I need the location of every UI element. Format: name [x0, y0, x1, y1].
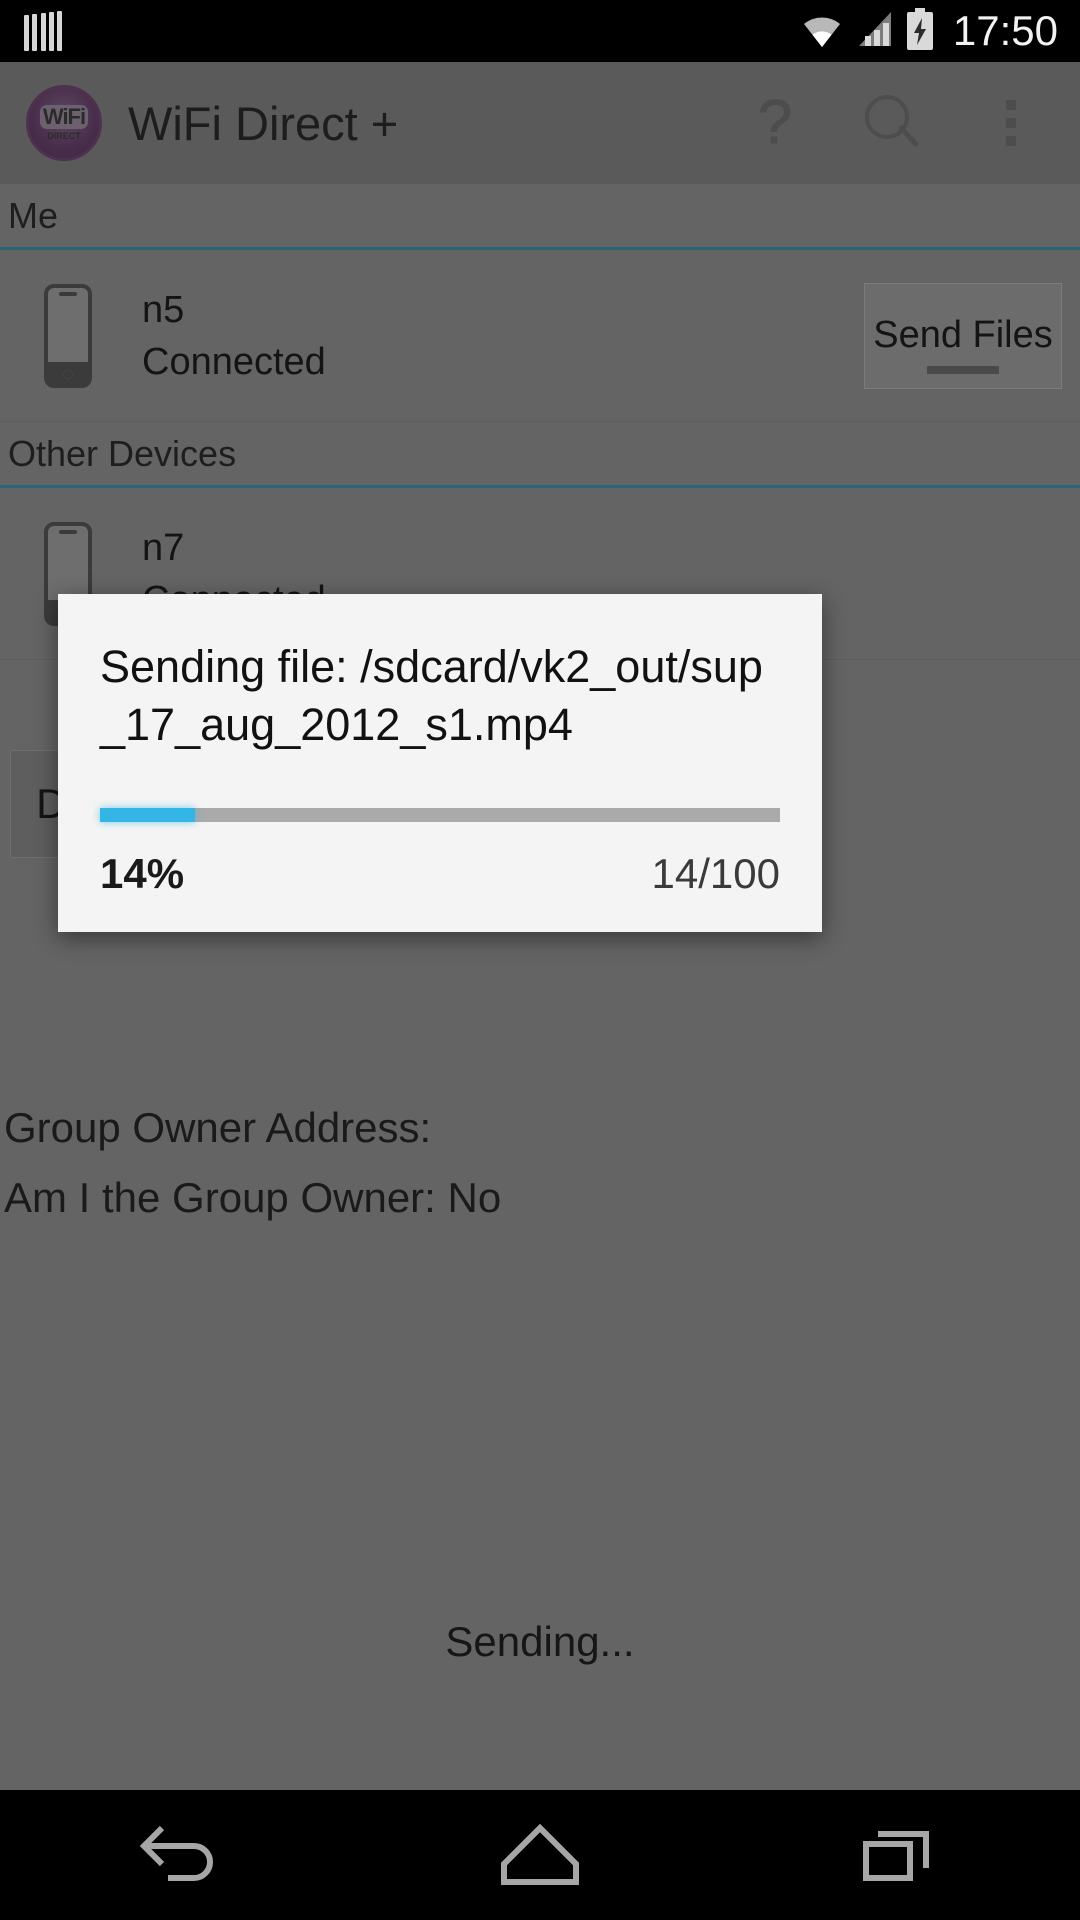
app-icon-direct-text: DIRECT	[47, 131, 81, 141]
navigation-bar	[0, 1790, 1080, 1920]
progress-labels: 14% 14/100	[100, 850, 780, 898]
device-row-n5[interactable]: n5 Connected Send Files	[0, 250, 1080, 422]
search-button[interactable]	[834, 62, 952, 184]
status-bar-clock: 17:50	[952, 7, 1058, 54]
back-button[interactable]	[80, 1790, 280, 1920]
device-name: n7	[142, 526, 185, 569]
progress-count-label: 14/100	[651, 850, 780, 897]
wifi-signal-icon	[799, 10, 845, 53]
help-button[interactable]: ?	[716, 62, 834, 184]
group-owner-flag-text: Am I the Group Owner: No	[4, 1174, 502, 1221]
status-bar-system-icons: 17:50	[799, 7, 1058, 55]
dialog-message: Sending file: /sdcard/vk2_out/sup_17_aug…	[100, 641, 763, 750]
device-info: n5 Connected	[142, 291, 864, 381]
battery-charging-icon	[905, 7, 935, 55]
help-icon: ?	[757, 88, 793, 157]
device-name: n5	[142, 288, 185, 331]
wifi-direct-app-icon: WiFi DIRECT	[26, 85, 102, 161]
send-files-button[interactable]: Send Files	[864, 282, 1062, 389]
group-owner-address-text: Group Owner Address:	[4, 1104, 432, 1151]
send-files-label: Send Files	[873, 314, 1053, 356]
progress-bar-track	[100, 808, 780, 822]
device-status: Connected	[142, 340, 326, 383]
cellular-signal-icon	[855, 10, 895, 53]
section-header-me: Me	[0, 184, 1080, 250]
phone-icon	[44, 283, 92, 388]
app-window: WiFi DIRECT WiFi Direct + ? Me n5 Connec…	[0, 62, 1080, 1855]
progress-percent-label: 14%	[100, 850, 185, 897]
home-button[interactable]	[440, 1790, 640, 1920]
page-title: WiFi Direct +	[128, 96, 399, 150]
recents-icon	[852, 1820, 948, 1890]
file-transfer-progress-dialog: Sending file: /sdcard/vk2_out/sup_17_aug…	[58, 594, 822, 932]
action-bar: WiFi DIRECT WiFi Direct + ?	[0, 62, 1080, 184]
search-icon	[865, 95, 921, 151]
overflow-menu-button[interactable]	[952, 62, 1070, 184]
home-icon	[492, 1820, 588, 1890]
section-header-other-devices: Other Devices	[0, 422, 1080, 488]
recents-button[interactable]	[800, 1790, 1000, 1920]
status-bar-notifications	[24, 11, 799, 51]
back-icon	[132, 1820, 228, 1890]
overflow-menu-icon	[1006, 100, 1016, 146]
sending-status-text: Sending...	[445, 1618, 635, 1665]
status-bar: 17:50	[0, 0, 1080, 62]
app-icon-wifi-text: WiFi	[39, 105, 89, 129]
app-bars-icon	[24, 11, 62, 51]
progress-bar-fill	[100, 808, 196, 822]
button-underline	[927, 365, 999, 374]
